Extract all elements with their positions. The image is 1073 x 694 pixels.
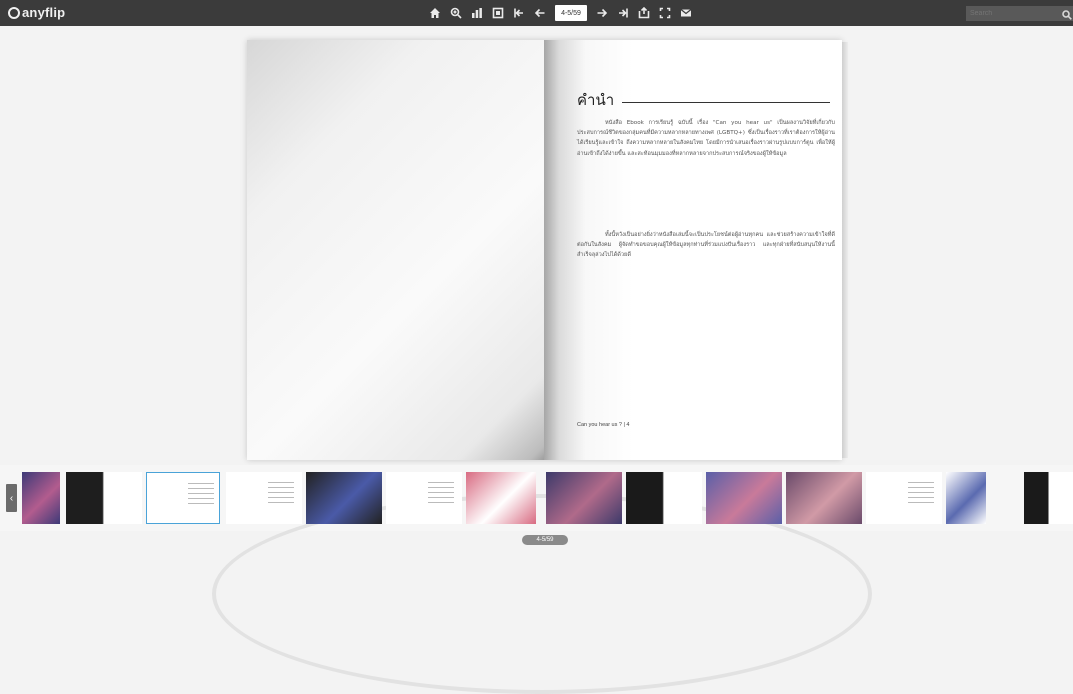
left-page[interactable] (247, 40, 544, 460)
page-number-input[interactable]: 4-5/59 (555, 5, 587, 21)
thumbnail-pager[interactable]: 4-5/59 (522, 535, 568, 545)
thumbnail-item[interactable] (946, 472, 986, 524)
zoom-icon[interactable] (447, 4, 465, 22)
thumbnail-item[interactable] (226, 472, 302, 524)
share-icon[interactable] (635, 4, 653, 22)
thumbnail-item[interactable] (626, 472, 702, 524)
thumbnail-text-line (267, 492, 295, 493)
thumbnail-item[interactable] (786, 472, 862, 524)
thumbnail-text-line (907, 487, 935, 488)
thumbnail-text-line (267, 487, 295, 488)
thumbnail-item[interactable] (306, 472, 382, 524)
thumbnail-text-line (267, 497, 295, 498)
thumbnail-text-line (427, 487, 455, 488)
thumbnail-text-line (427, 497, 455, 498)
thumbnail-prev-button[interactable]: ‹ (6, 484, 17, 512)
heading-underline (622, 102, 830, 103)
thumbnail-text-line (907, 492, 935, 493)
thumbnail-text-line (907, 502, 935, 503)
top-toolbar: anyflip 4-5/59 (0, 0, 1073, 26)
decorative-arc (212, 494, 872, 694)
anyflip-logo-icon (8, 6, 20, 19)
search-input[interactable] (966, 6, 1073, 21)
thumbnail-text-line (427, 502, 455, 503)
search-icon[interactable] (1062, 7, 1072, 25)
paragraph-2: ทั้งนี้หวังเป็นอย่างยิ่งว่าหนังสือเล่มนี… (577, 232, 835, 259)
thumbnail-text-line (427, 492, 455, 493)
paragraph-1: หนังสือ Ebook การเรียนรู้ ฉบับนี้ เรื่อง… (577, 120, 835, 157)
thumbnail-text-line (427, 482, 455, 483)
thumbnail-text-line (267, 502, 295, 503)
brand-name: anyflip (22, 5, 66, 20)
home-icon[interactable] (426, 4, 444, 22)
thumbnail-text-line (187, 503, 214, 504)
thumbnail-item[interactable] (1024, 472, 1073, 524)
thumbnail-text-line (267, 482, 295, 483)
first-page-icon[interactable] (510, 4, 528, 22)
prev-page-icon[interactable] (531, 4, 549, 22)
grid-icon[interactable] (468, 4, 486, 22)
toolbar-tools: 4-5/59 (426, 4, 698, 22)
thumbnail-text-line (187, 493, 214, 494)
thumbnail-text-line (907, 482, 935, 483)
last-page-icon[interactable] (614, 4, 632, 22)
thumbnail-item[interactable] (706, 472, 782, 524)
thumbnail-item[interactable] (866, 472, 942, 524)
thumbnail-item[interactable] (22, 472, 60, 524)
flipbook-spread[interactable]: คำนำ หนังสือ Ebook การเรียนรู้ ฉบับนี้ เ… (247, 40, 848, 460)
thumbnail-text-line (187, 483, 214, 484)
page-heading: คำนำ (577, 91, 615, 109)
thumbnail-item[interactable] (66, 472, 142, 524)
thumbnail-text-line (187, 488, 214, 489)
single-page-icon[interactable] (489, 4, 507, 22)
next-page-icon[interactable] (593, 4, 611, 22)
fullscreen-icon[interactable] (656, 4, 674, 22)
page-footer: Can you hear us ? | 4 (577, 422, 630, 428)
email-icon[interactable] (677, 4, 695, 22)
brand-logo[interactable]: anyflip (8, 5, 65, 20)
thumbnail-item[interactable] (146, 472, 220, 524)
thumbnail-item[interactable] (466, 472, 536, 524)
page-stack-edge (842, 42, 848, 458)
thumbnail-text-line (907, 497, 935, 498)
right-page[interactable]: คำนำ หนังสือ Ebook การเรียนรู้ ฉบับนี้ เ… (544, 40, 848, 460)
thumbnail-item[interactable] (546, 472, 622, 524)
thumbnail-text-line (187, 498, 214, 499)
thumbnail-item[interactable] (386, 472, 462, 524)
